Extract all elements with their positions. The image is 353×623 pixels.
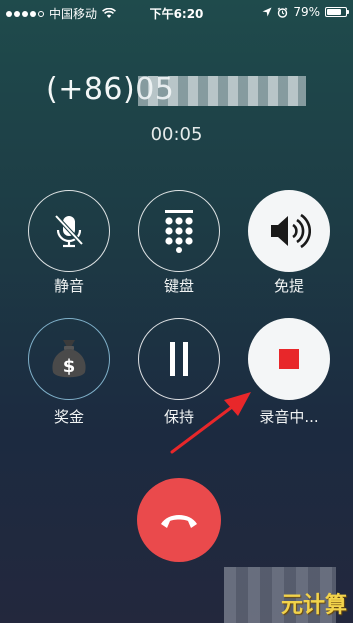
number-redaction bbox=[138, 76, 306, 106]
status-right: 79% bbox=[262, 5, 349, 19]
record-button[interactable] bbox=[248, 318, 330, 400]
mute-microphone-icon bbox=[54, 214, 84, 248]
mute-button[interactable] bbox=[28, 190, 110, 272]
status-bar: 中国移动 下午6:20 79% bbox=[0, 0, 353, 26]
alarm-icon bbox=[277, 7, 288, 18]
battery-icon bbox=[325, 7, 349, 17]
money-bag-icon: $ bbox=[52, 340, 86, 378]
battery-fill bbox=[327, 9, 341, 15]
call-timer: 00:05 bbox=[150, 124, 203, 145]
end-call-button[interactable] bbox=[137, 478, 221, 562]
bonus-label: 奖金 bbox=[53, 408, 84, 426]
watermark-logo: 元计算 bbox=[280, 593, 347, 618]
speaker-button[interactable] bbox=[248, 190, 330, 272]
speaker-icon bbox=[271, 213, 311, 249]
location-arrow-icon bbox=[262, 7, 272, 17]
keypad-icon bbox=[165, 210, 193, 253]
hang-up-icon bbox=[161, 515, 197, 528]
bonus-button[interactable]: $ bbox=[28, 318, 110, 400]
mute-label: 静音 bbox=[53, 277, 84, 295]
svg-text:$: $ bbox=[63, 356, 76, 377]
red-arrow-icon bbox=[170, 392, 251, 454]
pause-icon bbox=[170, 342, 188, 376]
keypad-label: 键盘 bbox=[163, 277, 194, 295]
keypad-button[interactable] bbox=[138, 190, 220, 272]
record-stop-icon bbox=[279, 349, 299, 369]
battery-percent: 79% bbox=[293, 5, 320, 19]
speaker-label: 免提 bbox=[273, 277, 304, 295]
